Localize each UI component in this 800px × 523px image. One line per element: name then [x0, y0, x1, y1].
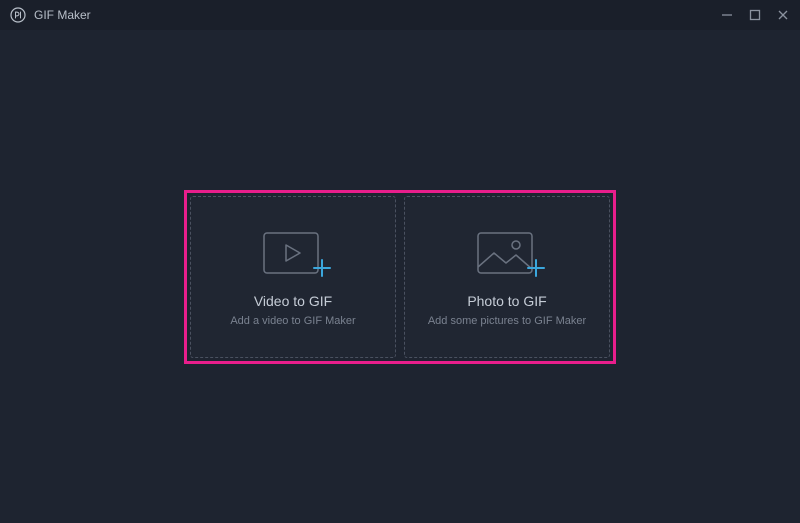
plus-icon — [312, 258, 332, 283]
close-button[interactable] — [776, 8, 790, 22]
app-icon — [10, 7, 26, 23]
photo-to-gif-icon — [472, 227, 542, 279]
window-controls — [720, 8, 790, 22]
titlebar-left: GIF Maker — [10, 7, 91, 23]
main-area: Video to GIF Add a video to GIF Maker Ph… — [0, 30, 800, 523]
photo-to-gif-card[interactable]: Photo to GIF Add some pictures to GIF Ma… — [404, 196, 610, 358]
maximize-button[interactable] — [748, 8, 762, 22]
photo-card-title: Photo to GIF — [467, 293, 546, 309]
titlebar: GIF Maker — [0, 0, 800, 30]
minimize-button[interactable] — [720, 8, 734, 22]
video-to-gif-icon — [258, 227, 328, 279]
app-title: GIF Maker — [34, 8, 91, 22]
photo-card-subtitle: Add some pictures to GIF Maker — [428, 315, 586, 327]
plus-icon — [526, 258, 546, 283]
video-card-subtitle: Add a video to GIF Maker — [230, 315, 355, 327]
video-to-gif-card[interactable]: Video to GIF Add a video to GIF Maker — [190, 196, 396, 358]
highlight-frame: Video to GIF Add a video to GIF Maker Ph… — [184, 190, 616, 364]
video-card-title: Video to GIF — [254, 293, 332, 309]
